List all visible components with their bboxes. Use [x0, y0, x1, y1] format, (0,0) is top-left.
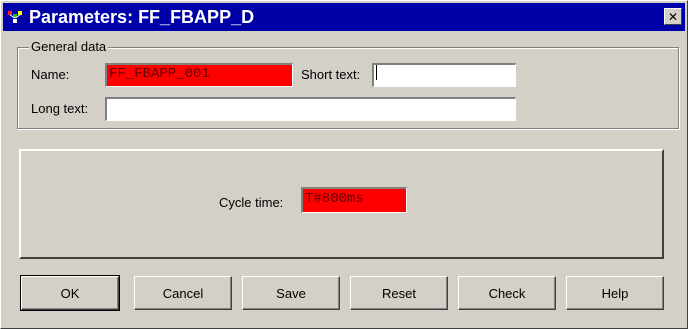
save-button[interactable]: Save: [242, 276, 340, 310]
title-bar[interactable]: Parameters: FF_FBAPP_D ✕: [3, 3, 685, 31]
short-text-label: Short text:: [301, 67, 361, 82]
general-data-group-label: General data: [29, 39, 109, 55]
check-button[interactable]: Check: [458, 276, 556, 310]
long-text-label: Long text:: [31, 101, 89, 116]
reset-button[interactable]: Reset: [350, 276, 448, 310]
name-label: Name:: [31, 67, 70, 82]
ok-button[interactable]: OK: [20, 275, 120, 311]
app-icon: [7, 9, 25, 25]
short-text-field[interactable]: [372, 63, 516, 87]
cycle-time-field[interactable]: T#800ms: [301, 187, 407, 213]
long-text-field[interactable]: [105, 97, 516, 121]
help-button[interactable]: Help: [566, 276, 664, 310]
cycle-time-label: Cycle time:: [219, 195, 284, 210]
window-title: Parameters: FF_FBAPP_D: [29, 7, 255, 27]
cancel-button[interactable]: Cancel: [134, 276, 232, 310]
parameters-dialog: Parameters: FF_FBAPP_D ✕ General data Na…: [0, 0, 688, 329]
close-button[interactable]: ✕: [664, 8, 682, 25]
name-field[interactable]: FF_FBAPP_001: [105, 63, 293, 87]
text-cursor: [376, 65, 377, 81]
close-icon: ✕: [667, 9, 679, 24]
